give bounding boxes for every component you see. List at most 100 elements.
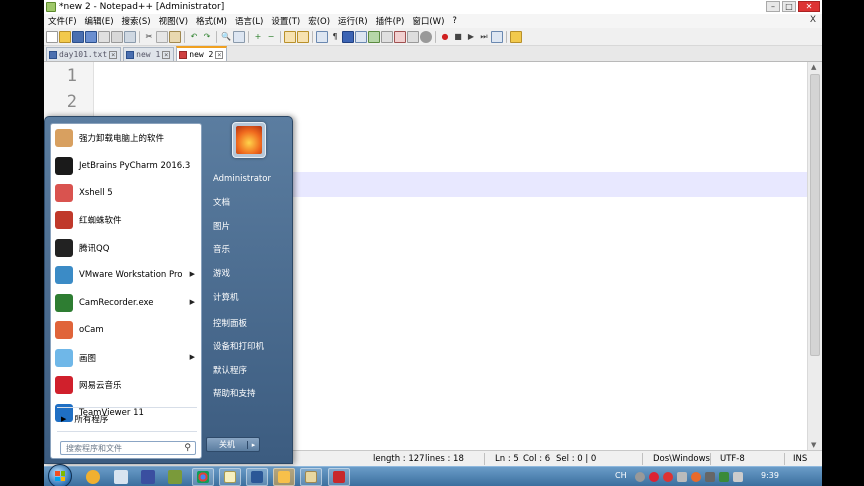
doc-map-icon[interactable] [368, 30, 380, 43]
menu-search[interactable]: 搜索(S) [118, 15, 155, 27]
scrollbar-thumb[interactable] [810, 74, 820, 356]
close-document-icon[interactable]: X [810, 15, 816, 25]
play-macro-multiple-icon[interactable]: ⏭ [478, 31, 490, 43]
control-panel-link[interactable]: 控制面板 [207, 313, 291, 333]
print-icon[interactable] [124, 30, 136, 43]
input-language[interactable]: CH [615, 471, 627, 480]
menu-window[interactable]: 窗口(W) [408, 15, 448, 27]
tray-icon[interactable] [663, 472, 673, 482]
menu-language[interactable]: 语言(L) [231, 15, 267, 27]
music-link[interactable]: 音乐 [207, 239, 291, 259]
open-file-icon[interactable] [59, 30, 71, 43]
vertical-scrollbar[interactable]: ▲ ▼ [807, 62, 822, 450]
close-all-icon[interactable] [111, 30, 123, 43]
tab-close-icon[interactable]: × [162, 50, 171, 59]
menu-file[interactable]: 文件(F) [44, 15, 81, 27]
sync-horizontal-icon[interactable] [297, 30, 309, 43]
default-programs-link[interactable]: 默认程序 [207, 360, 291, 380]
all-programs-button[interactable]: ▶ 所有程序 [51, 411, 203, 427]
taskbar-active-button[interactable] [273, 468, 295, 486]
start-search-input[interactable]: 搜索程序和文件 ⚲ [60, 441, 196, 455]
paste-icon[interactable] [169, 30, 181, 43]
find-icon[interactable]: 🔍 [220, 31, 232, 43]
user-language-icon[interactable] [355, 30, 367, 43]
menu-view[interactable]: 视图(V) [155, 15, 192, 27]
start-menu-program[interactable]: JetBrains PyCharm 2016.3 [51, 154, 203, 178]
taskbar-pdf-button[interactable] [328, 468, 350, 486]
taskbar-word-button[interactable] [246, 468, 268, 486]
search-icon[interactable]: ⚲ [184, 443, 191, 453]
new-file-icon[interactable] [46, 30, 58, 43]
tab-new-1[interactable]: new 1 × [123, 47, 175, 61]
record-macro-icon[interactable]: ● [439, 31, 451, 43]
tab-close-icon[interactable]: × [109, 50, 118, 59]
user-avatar[interactable] [232, 122, 266, 158]
undo-icon[interactable]: ↶ [188, 31, 200, 43]
tray-icon[interactable] [691, 472, 701, 482]
menu-macro[interactable]: 宏(O) [304, 15, 334, 27]
menu-edit[interactable]: 编辑(E) [81, 15, 118, 27]
start-menu-program[interactable]: 网易云音乐 [51, 373, 203, 397]
taskbar-notepad-button[interactable] [219, 468, 241, 486]
show-all-chars-icon[interactable]: ¶ [329, 31, 341, 43]
redo-icon[interactable]: ↷ [201, 31, 213, 43]
cut-icon[interactable]: ✂ [143, 31, 155, 43]
tools-app-icon[interactable] [114, 470, 128, 484]
start-menu-program[interactable]: 腾讯QQ [51, 236, 203, 260]
network-app-icon[interactable] [168, 470, 182, 484]
menu-format[interactable]: 格式(M) [192, 15, 231, 27]
close-file-icon[interactable] [98, 30, 110, 43]
function-list-icon[interactable] [381, 30, 393, 43]
start-button[interactable] [48, 464, 72, 486]
start-menu-program[interactable]: CamRecorder.exe ▶ [51, 291, 203, 315]
sync-vertical-icon[interactable] [284, 30, 296, 43]
documents-link[interactable]: 文档 [207, 192, 291, 212]
monitoring-icon[interactable] [407, 30, 419, 43]
minimize-button[interactable]: – [766, 1, 780, 12]
help-support-link[interactable]: 帮助和支持 [207, 383, 291, 403]
tray-icon[interactable] [705, 472, 715, 482]
start-menu-program[interactable]: Xshell 5 [51, 181, 203, 205]
devices-printers-link[interactable]: 设备和打印机 [207, 336, 291, 356]
network-tray-icon[interactable] [719, 472, 729, 482]
scroll-up-icon[interactable]: ▲ [811, 63, 816, 71]
save-icon[interactable] [72, 30, 84, 43]
smiley-app-icon[interactable] [86, 470, 100, 484]
volume-tray-icon[interactable] [733, 472, 743, 482]
save-macro-icon[interactable] [491, 30, 503, 43]
plugin-icon[interactable] [510, 30, 522, 43]
play-macro-icon[interactable]: ▶ [465, 31, 477, 43]
indent-guide-icon[interactable] [342, 30, 354, 43]
start-menu-program[interactable]: oCam [51, 318, 203, 342]
tab-close-icon[interactable]: × [215, 50, 224, 59]
scroll-down-icon[interactable]: ▼ [811, 441, 816, 449]
save-all-icon[interactable] [85, 30, 97, 43]
zoom-out-icon[interactable]: − [265, 31, 277, 43]
folder-workspace-icon[interactable] [394, 30, 406, 43]
shutdown-button[interactable]: 关机 ▸ [206, 437, 260, 452]
save-app-icon[interactable] [141, 470, 155, 484]
replace-icon[interactable] [233, 30, 245, 43]
taskbar-chrome-button[interactable] [192, 468, 214, 486]
menu-settings[interactable]: 设置(T) [267, 15, 304, 27]
maximize-button[interactable]: □ [782, 1, 796, 12]
start-menu-program[interactable]: VMware Workstation Pro ▶ [51, 263, 203, 287]
stop-macro-icon[interactable]: ■ [452, 31, 464, 43]
pictures-link[interactable]: 图片 [207, 216, 291, 236]
shutdown-options-icon[interactable]: ▸ [247, 440, 259, 449]
start-menu-program[interactable]: 红蜘蛛软件 [51, 208, 203, 232]
tab-new-2[interactable]: new 2 × [176, 46, 228, 61]
computer-link[interactable]: 计算机 [207, 287, 291, 307]
user-name-link[interactable]: Administrator [207, 169, 291, 189]
start-menu-program[interactable]: 强力卸载电脑上的软件 [51, 126, 203, 150]
clock[interactable]: 9:39 [761, 471, 779, 480]
word-wrap-icon[interactable] [316, 30, 328, 43]
zoom-in-icon[interactable]: + [252, 31, 264, 43]
menu-help[interactable]: ? [448, 16, 461, 26]
tray-icon[interactable] [635, 472, 645, 482]
taskbar-explorer-button[interactable] [300, 468, 322, 486]
close-button[interactable]: ✕ [798, 1, 820, 12]
antivirus-tray-icon[interactable] [649, 472, 659, 482]
tab-day101[interactable]: day101.txt × [46, 47, 122, 61]
menu-plugins[interactable]: 插件(P) [372, 15, 409, 27]
